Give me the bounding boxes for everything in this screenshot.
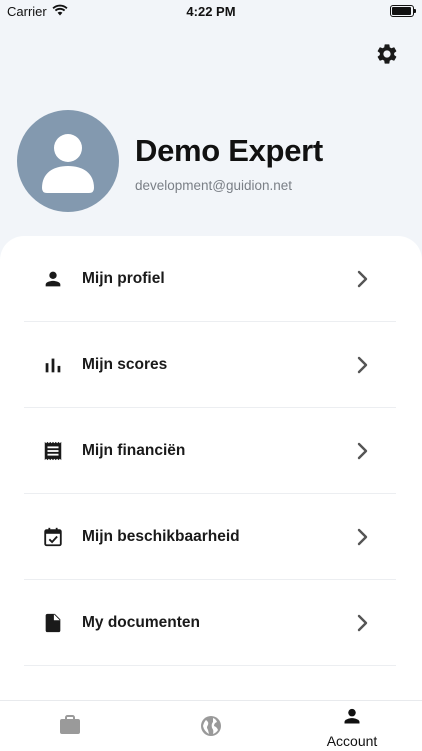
menu-card: Mijn profiel Mijn scores Mijn financiën … — [0, 236, 422, 750]
tab-jobs[interactable] — [0, 701, 140, 751]
tab-account[interactable]: Account — [282, 701, 422, 751]
menu-item-mijn-financien[interactable]: Mijn financiën — [24, 408, 396, 494]
menu-item-mijn-beschikbaarheid[interactable]: Mijn beschikbaarheid — [24, 494, 396, 580]
menu-item-label: Mijn profiel — [82, 269, 165, 287]
chevron-right-icon — [357, 442, 368, 459]
tab-bar: Account — [0, 700, 422, 751]
chevron-right-icon — [357, 356, 368, 373]
user-silhouette-icon — [42, 134, 94, 193]
avatar — [17, 110, 119, 212]
menu-item-my-documenten[interactable]: My documenten — [24, 580, 396, 666]
person-icon — [45, 271, 61, 286]
status-bar: Carrier 4:22 PM — [0, 0, 422, 22]
menu-item-label: Mijn beschikbaarheid — [82, 527, 240, 545]
battery-icon — [390, 5, 416, 17]
menu-list: Mijn profiel Mijn scores Mijn financiën … — [24, 236, 396, 666]
account-icon — [344, 708, 360, 724]
profile-email: development@guidion.net — [135, 178, 293, 193]
chevron-right-icon — [357, 270, 368, 287]
menu-item-label: My documenten — [82, 613, 200, 631]
briefcase-icon — [60, 715, 80, 734]
calendar-check-icon — [44, 527, 62, 546]
menu-item-label: Mijn financiën — [82, 441, 186, 459]
gear-icon[interactable] — [375, 42, 399, 66]
chevron-right-icon — [357, 528, 368, 545]
tab-account-label: Account — [326, 733, 378, 749]
receipt-icon — [44, 441, 62, 460]
profile-name: Demo Expert — [135, 133, 323, 168]
menu-item-mijn-profiel[interactable]: Mijn profiel — [24, 236, 396, 322]
clock: 4:22 PM — [186, 4, 236, 19]
globe-icon — [201, 716, 221, 736]
bar-chart-icon — [45, 358, 61, 372]
menu-item-mijn-scores[interactable]: Mijn scores — [24, 322, 396, 408]
chevron-right-icon — [357, 614, 368, 631]
menu-item-label: Mijn scores — [82, 355, 168, 373]
tab-explore[interactable] — [141, 701, 281, 751]
document-icon — [45, 613, 61, 632]
